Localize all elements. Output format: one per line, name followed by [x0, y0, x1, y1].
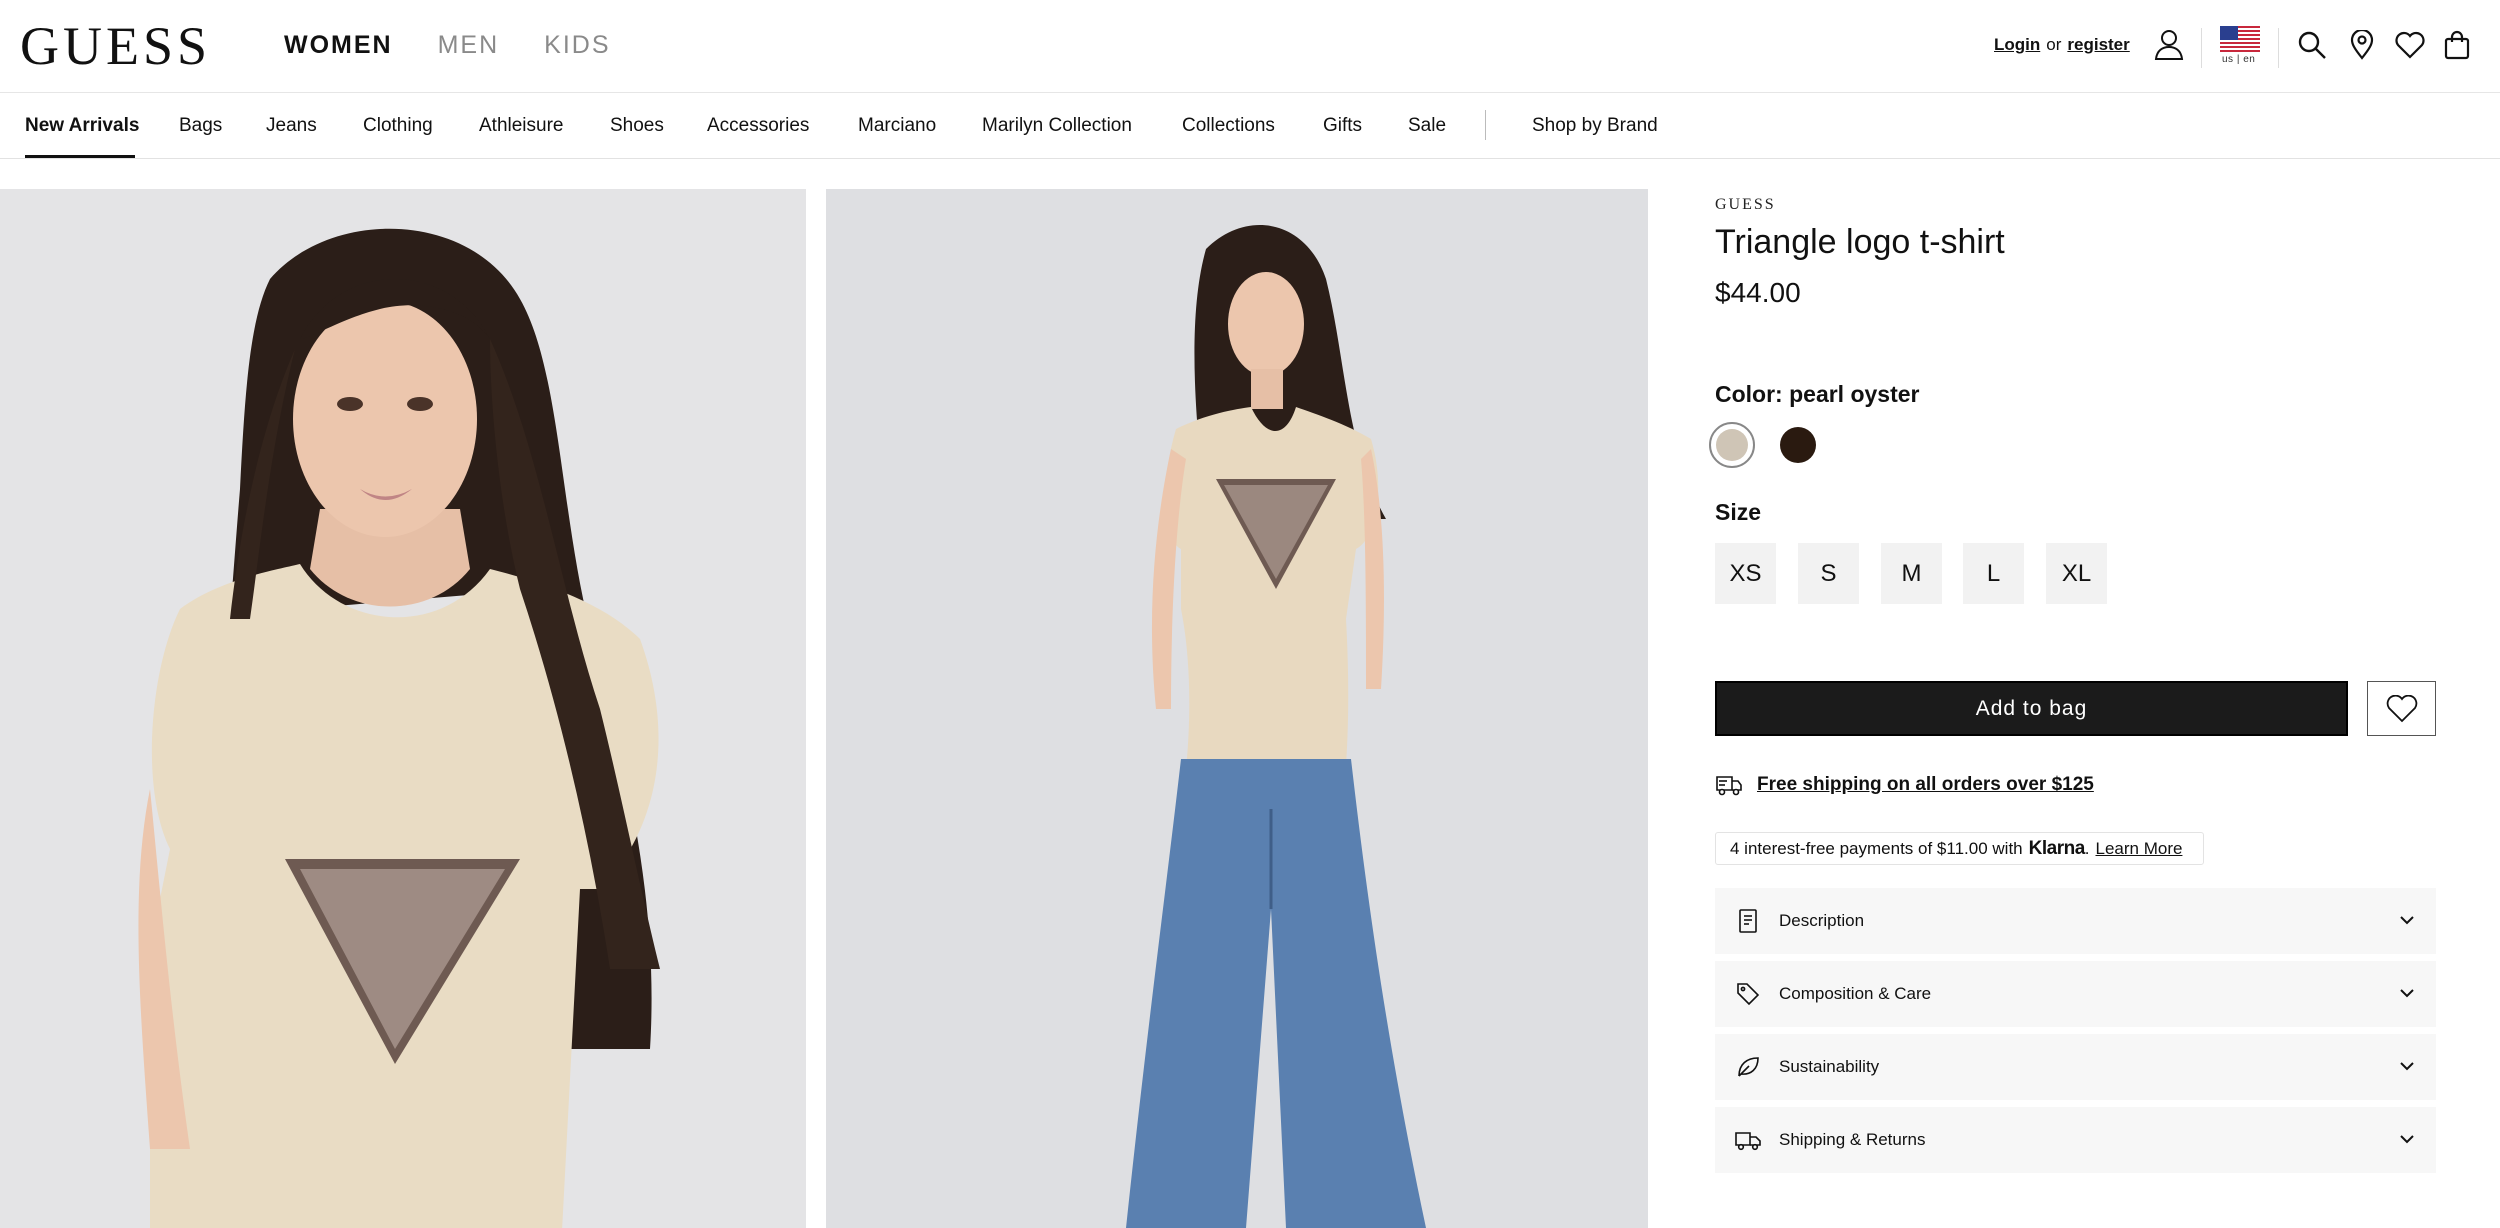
- accordion-shipping-returns[interactable]: Shipping & Returns: [1715, 1107, 2436, 1173]
- nav-bags[interactable]: Bags: [179, 113, 222, 139]
- size-l-button[interactable]: L: [1963, 543, 2024, 604]
- size-label: Size: [1715, 499, 1762, 525]
- swatch-fill: [1716, 429, 1748, 461]
- tab-women[interactable]: WOMEN: [284, 28, 393, 62]
- size-xl-button[interactable]: XL: [2046, 543, 2107, 604]
- nav-shop-by-brand[interactable]: Shop by Brand: [1532, 113, 1658, 139]
- account-icon[interactable]: [2152, 27, 2186, 61]
- nav-sale[interactable]: Sale: [1408, 113, 1446, 139]
- register-link[interactable]: register: [2067, 32, 2129, 58]
- gender-nav: WOMEN MEN KIDS: [284, 28, 611, 62]
- chevron-down-icon: [2400, 1135, 2414, 1144]
- tag-icon: [1737, 983, 1760, 1006]
- search-icon[interactable]: [2295, 28, 2329, 62]
- guess-logo[interactable]: GUESS: [20, 18, 211, 74]
- free-shipping-link[interactable]: Free shipping on all orders over $125: [1757, 774, 2094, 796]
- color-swatch-pearl-oyster[interactable]: [1709, 422, 1755, 468]
- accordion-sustainability[interactable]: Sustainability: [1715, 1034, 2436, 1100]
- nav-jeans[interactable]: Jeans: [266, 113, 317, 139]
- klarna-dot: .: [2084, 838, 2090, 858]
- product-image-front-closeup[interactable]: [0, 189, 806, 1228]
- add-to-bag-button[interactable]: Add to bag: [1715, 681, 2348, 736]
- tab-kids[interactable]: KIDS: [544, 28, 610, 62]
- color-label: Color: pearl oyster: [1715, 381, 1920, 407]
- chevron-down-icon: [2400, 1062, 2414, 1071]
- nav-accessories[interactable]: Accessories: [707, 113, 809, 139]
- nav-shoes[interactable]: Shoes: [610, 113, 664, 139]
- login-link[interactable]: Login: [1994, 32, 2040, 58]
- category-nav: New Arrivals Bags Jeans Clothing Athleis…: [0, 93, 2500, 159]
- add-to-wishlist-button[interactable]: [2367, 681, 2436, 736]
- top-header: GUESS WOMEN MEN KIDS Login or register u…: [0, 0, 2500, 93]
- accordion-description[interactable]: Description: [1715, 888, 2436, 954]
- product-price: $44.00: [1715, 277, 1801, 308]
- nav-divider: [1485, 110, 1486, 140]
- swatch-fill: [1780, 427, 1816, 463]
- size-xs-button[interactable]: XS: [1715, 543, 1776, 604]
- nav-collections[interactable]: Collections: [1182, 113, 1275, 139]
- nav-gifts[interactable]: Gifts: [1323, 113, 1362, 139]
- nav-marciano[interactable]: Marciano: [858, 113, 936, 139]
- klarna-text: 4 interest-free payments of $11.00 with: [1730, 838, 2023, 858]
- store-locator-icon[interactable]: [2345, 28, 2379, 62]
- chevron-down-icon: [2400, 916, 2414, 925]
- nav-new-arrivals[interactable]: New Arrivals: [25, 113, 139, 139]
- accordion-label: Shipping & Returns: [1779, 1130, 1926, 1149]
- size-m-button[interactable]: M: [1881, 543, 1942, 604]
- accordion-label: Composition & Care: [1779, 984, 1932, 1003]
- tab-men[interactable]: MEN: [438, 28, 500, 62]
- or-text: or: [2046, 35, 2062, 54]
- accordion-composition-care[interactable]: Composition & Care: [1715, 961, 2436, 1027]
- document-icon: [1739, 909, 1757, 933]
- klarna-banner: 4 interest-free payments of $11.00 with …: [1715, 832, 2204, 865]
- product-title: Triangle logo t-shirt: [1715, 223, 2005, 261]
- color-swatch-dark-brown[interactable]: [1780, 427, 1816, 463]
- active-tab-underline: [25, 155, 135, 158]
- size-s-button[interactable]: S: [1798, 543, 1859, 604]
- leaf-icon: [1738, 1057, 1759, 1077]
- truck-icon: [1735, 1132, 1761, 1151]
- heart-icon: [2386, 694, 2417, 722]
- brand-label: GUESS: [1715, 196, 1776, 213]
- nav-clothing[interactable]: Clothing: [363, 113, 433, 139]
- bag-icon[interactable]: [2440, 28, 2474, 62]
- klarna-logo: Klarna: [2028, 837, 2086, 859]
- wishlist-icon[interactable]: [2393, 28, 2427, 62]
- account-links: Login or register: [1994, 32, 2130, 58]
- delivery-truck-icon: [1715, 774, 1743, 796]
- free-shipping-row: Free shipping on all orders over $125: [1715, 770, 2094, 800]
- product-image-full-body[interactable]: [826, 189, 1648, 1228]
- chevron-down-icon: [2400, 989, 2414, 998]
- accordion-label: Sustainability: [1779, 1057, 1880, 1076]
- nav-athleisure[interactable]: Athleisure: [479, 113, 564, 139]
- locale-label[interactable]: us | en: [2222, 54, 2255, 65]
- klarna-learn-more-link[interactable]: Learn More: [2096, 839, 2183, 859]
- accordion-label: Description: [1779, 911, 1865, 930]
- nav-marilyn-collection[interactable]: Marilyn Collection: [982, 113, 1132, 139]
